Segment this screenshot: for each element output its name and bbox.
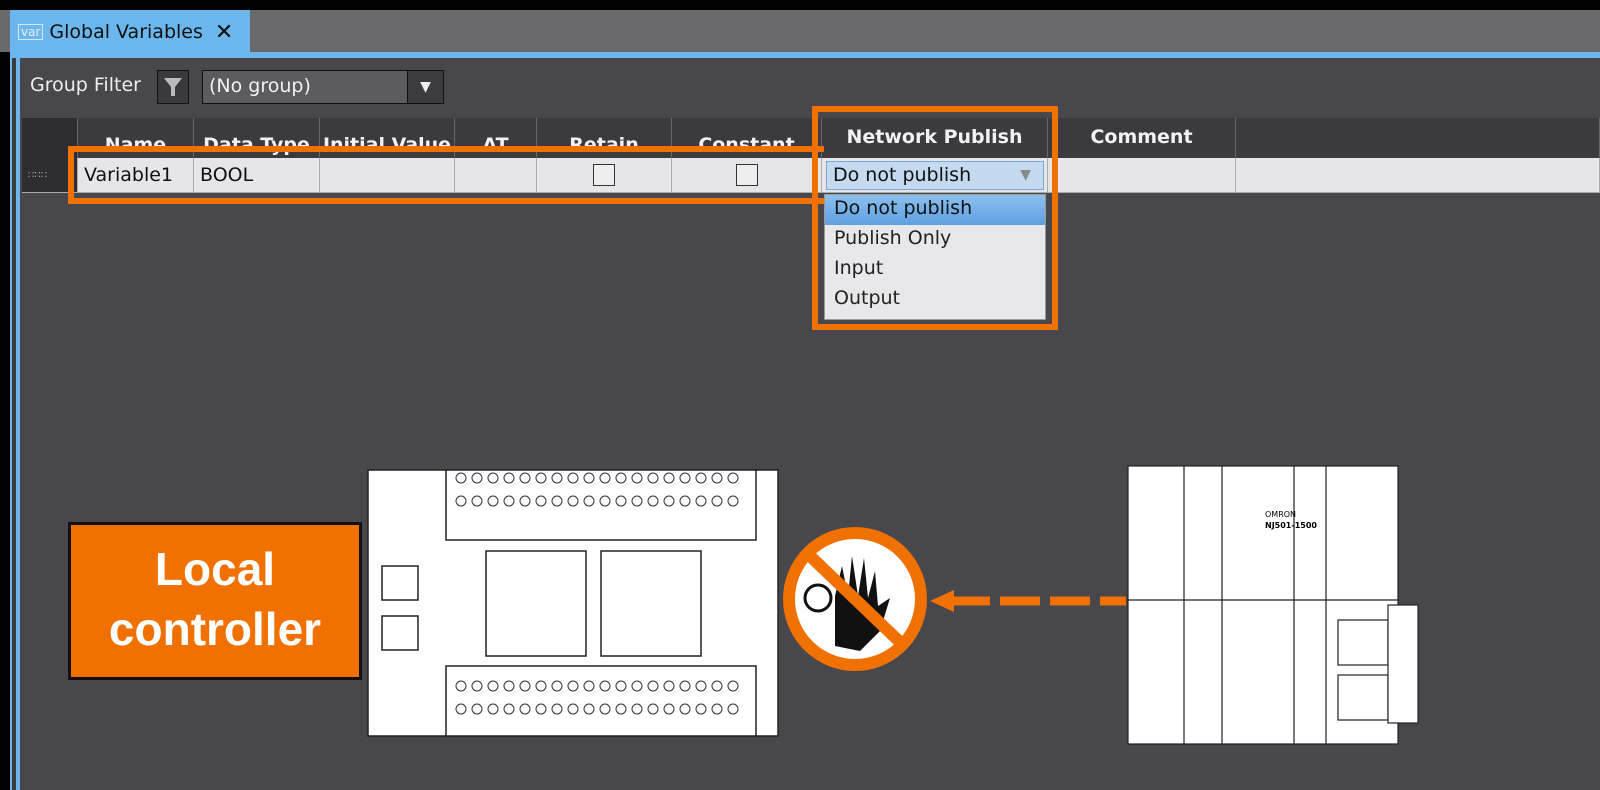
row-filler xyxy=(1236,158,1600,193)
chevron-down-icon[interactable]: ▼ xyxy=(407,71,443,103)
label-line-1: Local xyxy=(154,543,276,595)
header-filler xyxy=(1236,118,1600,158)
model-text: NJ501-1500 xyxy=(1265,521,1317,530)
filter-button[interactable] xyxy=(157,70,189,104)
remote-controller-image: OMRON NJ501-1500 xyxy=(1127,465,1419,745)
var-icon: var xyxy=(18,24,44,40)
col-comment[interactable]: Comment xyxy=(1048,118,1236,158)
close-icon[interactable]: ✕ xyxy=(215,20,233,45)
group-filter-select[interactable]: (No group) ▼ xyxy=(202,70,444,104)
brand-text: OMRON xyxy=(1265,510,1296,519)
label-line-2: controller xyxy=(108,603,322,655)
tab-title: Global Variables xyxy=(49,21,203,43)
network-publish-highlight xyxy=(812,106,1058,330)
filter-icon xyxy=(164,78,182,96)
row-highlight xyxy=(68,146,824,204)
local-controller-label: Local controller xyxy=(68,522,362,680)
cell-comment[interactable] xyxy=(1048,158,1236,193)
no-touch-icon xyxy=(783,527,927,671)
group-filter-label: Group Filter xyxy=(30,74,141,96)
network-arrow xyxy=(930,590,1126,612)
tab-global-variables[interactable]: var Global Variables ✕ xyxy=(10,10,250,54)
panel-edge xyxy=(12,58,16,790)
local-controller-image xyxy=(367,469,779,737)
group-filter-value: (No group) xyxy=(209,75,311,97)
